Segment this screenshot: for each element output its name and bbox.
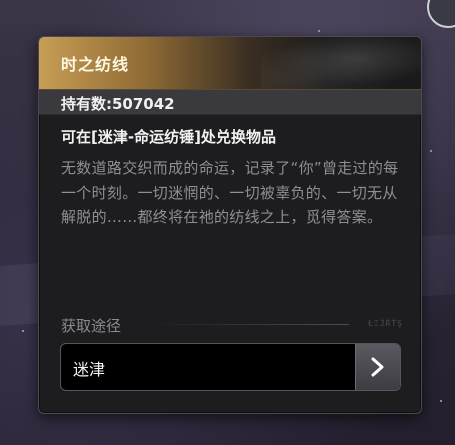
item-detail-card: 时之纺线 持有数:507042 可在[迷津-命运纺锤]处兑换物品 无数道路交织而…	[38, 36, 422, 414]
item-count-bar: 持有数:507042	[39, 90, 421, 115]
background-star	[318, 30, 320, 32]
exchange-info: 可在[迷津-命运纺锤]处兑换物品	[61, 128, 276, 146]
acquire-section-title: 获取途径	[61, 317, 122, 335]
acquire-tag: ŁΞĴŘŤŞ	[368, 319, 403, 328]
item-header: 时之纺线	[39, 37, 421, 90]
header-decoration	[261, 37, 421, 89]
acquire-source-label: 迷津	[73, 360, 106, 379]
acquire-source-button[interactable]: 迷津	[60, 343, 401, 391]
item-count: 持有数:507042	[61, 95, 175, 113]
background-star	[440, 400, 442, 402]
background-star	[430, 150, 432, 152]
chevron-right-icon	[371, 357, 384, 377]
background-star	[22, 330, 24, 332]
go-button[interactable]	[355, 344, 400, 390]
game-background: 时之纺线 持有数:507042 可在[迷津-命运纺锤]处兑换物品 无数道路交织而…	[0, 0, 455, 445]
circle-button-icon[interactable]	[427, 0, 455, 28]
item-name: 时之纺线	[61, 55, 130, 74]
item-description: 无数道路交织而成的命运，记录了“你”曾走过的每一个时刻。一切迷惘的、一切被辜负的…	[61, 159, 399, 226]
acquire-divider	[149, 324, 349, 325]
